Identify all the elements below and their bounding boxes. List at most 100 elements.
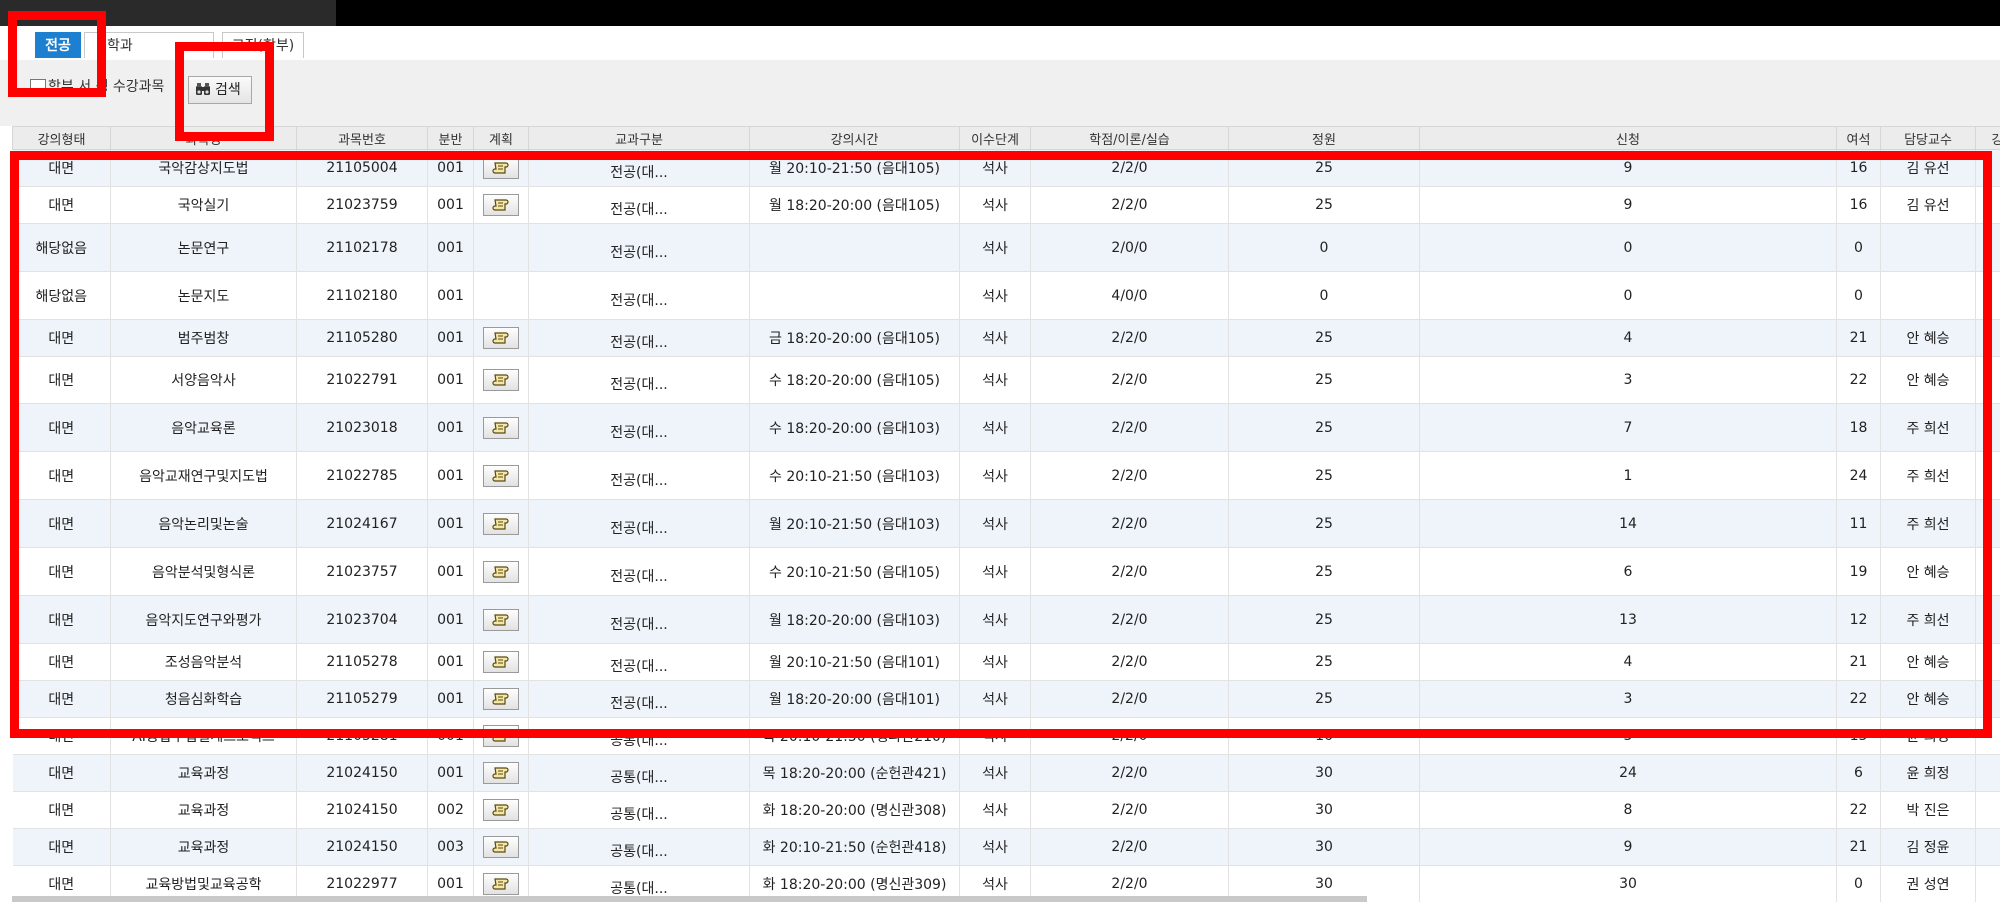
tab-major[interactable]: 전공: [35, 32, 81, 58]
undergrad-course-checkbox[interactable]: [30, 79, 46, 95]
course-time: 월 20:10-21:50 (음대105): [749, 149, 960, 187]
scroll-icon: [492, 730, 509, 742]
course-requested: 13: [1419, 595, 1837, 644]
tab-teaching-course[interactable]: 교직(학부): [222, 32, 304, 58]
course-professor: 주 희선: [1880, 499, 1976, 548]
table-row[interactable]: 대면 조성음악분석 21105278 001 전공(대... 월 20:10-21:50 …: [12, 643, 2000, 681]
course-credit: 2/2/0: [1030, 186, 1229, 224]
column-header-requested[interactable]: 신청: [1419, 126, 1837, 150]
search-button-label: 검색: [215, 82, 241, 98]
column-header-professor[interactable]: 담당교수: [1880, 126, 1976, 150]
course-mode: 대면: [12, 791, 111, 829]
course-professor: 김 정윤: [1880, 828, 1976, 866]
title-bar-panel: [0, 0, 336, 28]
course-category: 전공(대...: [528, 271, 750, 320]
column-header-time[interactable]: 강의시간: [749, 126, 960, 150]
column-header-capacity[interactable]: 정원: [1228, 126, 1420, 150]
column-header-section[interactable]: 분반: [427, 126, 474, 150]
course-capacity: 25: [1228, 186, 1420, 224]
course-capacity: 25: [1228, 595, 1420, 644]
column-header-credit[interactable]: 학점/이론/실습: [1030, 126, 1229, 150]
column-header-level[interactable]: 이수단계: [959, 126, 1031, 150]
course-extra: [1975, 319, 2000, 357]
course-level: 석사: [959, 149, 1031, 187]
course-capacity: 0: [1228, 271, 1420, 320]
table-row[interactable]: 대면 교육과정 21024150 001 공통(대... 목 18:20-20:00 (순…: [12, 754, 2000, 792]
course-capacity: 30: [1228, 828, 1420, 866]
syllabus-button[interactable]: [483, 688, 519, 710]
course-remaining: 18: [1836, 403, 1881, 452]
column-header-plan[interactable]: 계획: [473, 126, 529, 150]
column-header-name[interactable]: 과목명: [110, 126, 297, 150]
syllabus-button[interactable]: [483, 327, 519, 349]
table-row[interactable]: 대면 음악교재연구및지도법 21022785 001 전공(대... 수 20:10-21…: [12, 451, 2000, 500]
course-extra: [1975, 499, 2000, 548]
course-capacity: 25: [1228, 643, 1420, 681]
syllabus-button[interactable]: [483, 369, 519, 391]
table-row[interactable]: 대면 국악감상지도법 21105004 001 전공(대... 월 20:10-21:50…: [12, 149, 2000, 187]
table-row[interactable]: 대면 국악실기 21023759 001 전공(대... 월 18:20-20:00 (음…: [12, 186, 2000, 224]
table-row[interactable]: 대면 교육과정 21024150 002 공통(대... 화 18:20-20:00 (명…: [12, 791, 2000, 829]
course-level: 석사: [959, 403, 1031, 452]
course-extra: [1975, 271, 2000, 320]
table-body: 대면 국악감상지도법 21105004 001 전공(대... 월 20:10-21:50…: [12, 149, 2000, 902]
syllabus-button[interactable]: [483, 416, 519, 439]
course-plan: [473, 403, 529, 452]
syllabus-button[interactable]: [483, 873, 519, 895]
course-credit: 2/2/0: [1030, 149, 1229, 187]
course-plan: [473, 271, 529, 320]
column-header-category[interactable]: 교과구분: [528, 126, 750, 150]
column-header-mode[interactable]: 강의형태: [12, 126, 111, 150]
course-section: 002: [427, 791, 474, 829]
table-row[interactable]: 대면 음악분석및형식론 21023757 001 전공(대... 수 20:10-21:5…: [12, 547, 2000, 596]
course-name: 교육과정: [110, 791, 297, 829]
course-section: 001: [427, 499, 474, 548]
search-button[interactable]: 검색: [188, 76, 252, 104]
syllabus-button[interactable]: [483, 799, 519, 821]
syllabus-button[interactable]: [483, 725, 519, 747]
course-grid: 강의형태 과목명 과목번호 분반 계획 교과구분 강의시간 이수단계 학점/이론/실습 정원 신청 여…: [12, 126, 2000, 902]
scroll-icon: [492, 469, 509, 482]
table-row[interactable]: 대면 음악지도연구와평가 21023704 001 전공(대... 월 18:20-20:…: [12, 595, 2000, 644]
syllabus-button[interactable]: [483, 651, 519, 673]
table-row[interactable]: 해당없음 논문연구 21102178 001 전공(대... 석사 2/0/0 0 0 0: [12, 223, 2000, 272]
table-row[interactable]: 대면 음악논리및논술 21024167 001 전공(대... 월 20:10-21:50…: [12, 499, 2000, 548]
table-row[interactable]: 대면 AI융합수업설계프로젝트 21105281 001 공통(대... 목 20:10-…: [12, 717, 2000, 755]
table-row[interactable]: 해당없음 논문지도 21102180 001 전공(대... 석사 4/0/0 0 0 0: [12, 271, 2000, 320]
course-remaining: 13: [1836, 717, 1881, 755]
syllabus-button[interactable]: [483, 608, 519, 631]
course-plan: [473, 223, 529, 272]
syllabus-button[interactable]: [483, 836, 519, 858]
course-code: 21024167: [296, 499, 428, 548]
column-header-code[interactable]: 과목번호: [296, 126, 428, 150]
syllabus-button[interactable]: [483, 157, 519, 179]
table-row[interactable]: 대면 음악교육론 21023018 001 전공(대... 수 18:20-20:00 (…: [12, 403, 2000, 452]
table-row[interactable]: 대면 범주범창 21105280 001 전공(대... 금 18:20-20:00 (음…: [12, 319, 2000, 357]
column-header-remaining[interactable]: 여석: [1836, 126, 1881, 150]
course-level: 석사: [959, 271, 1031, 320]
course-remaining: 0: [1836, 865, 1881, 902]
course-requested: 30: [1419, 865, 1837, 902]
syllabus-button[interactable]: [483, 560, 519, 583]
syllabus-button[interactable]: [483, 194, 519, 216]
column-header-extra[interactable]: 강: [1975, 126, 2000, 150]
course-extra: [1975, 828, 2000, 866]
course-mode: 대면: [12, 643, 111, 681]
course-professor: 안 혜승: [1880, 547, 1976, 596]
horizontal-scrollbar[interactable]: [12, 896, 1367, 902]
course-section: 001: [427, 595, 474, 644]
tab-department[interactable]: 학과: [84, 32, 214, 58]
course-plan: [473, 547, 529, 596]
course-credit: 2/2/0: [1030, 717, 1229, 755]
table-row[interactable]: 대면 청음심화학습 21105279 001 전공(대... 월 18:20-20:00 …: [12, 680, 2000, 718]
course-plan: [473, 754, 529, 792]
course-category: 전공(대...: [528, 149, 750, 187]
table-row[interactable]: 대면 서양음악사 21022791 001 전공(대... 수 18:20-20:00 (…: [12, 356, 2000, 404]
syllabus-button[interactable]: [483, 464, 519, 487]
course-credit: 2/2/0: [1030, 643, 1229, 681]
course-remaining: 21: [1836, 643, 1881, 681]
syllabus-button[interactable]: [483, 762, 519, 784]
table-row[interactable]: 대면 교육과정 21024150 003 공통(대... 화 20:10-21:50 (순…: [12, 828, 2000, 866]
course-remaining: 12: [1836, 595, 1881, 644]
syllabus-button[interactable]: [483, 512, 519, 535]
